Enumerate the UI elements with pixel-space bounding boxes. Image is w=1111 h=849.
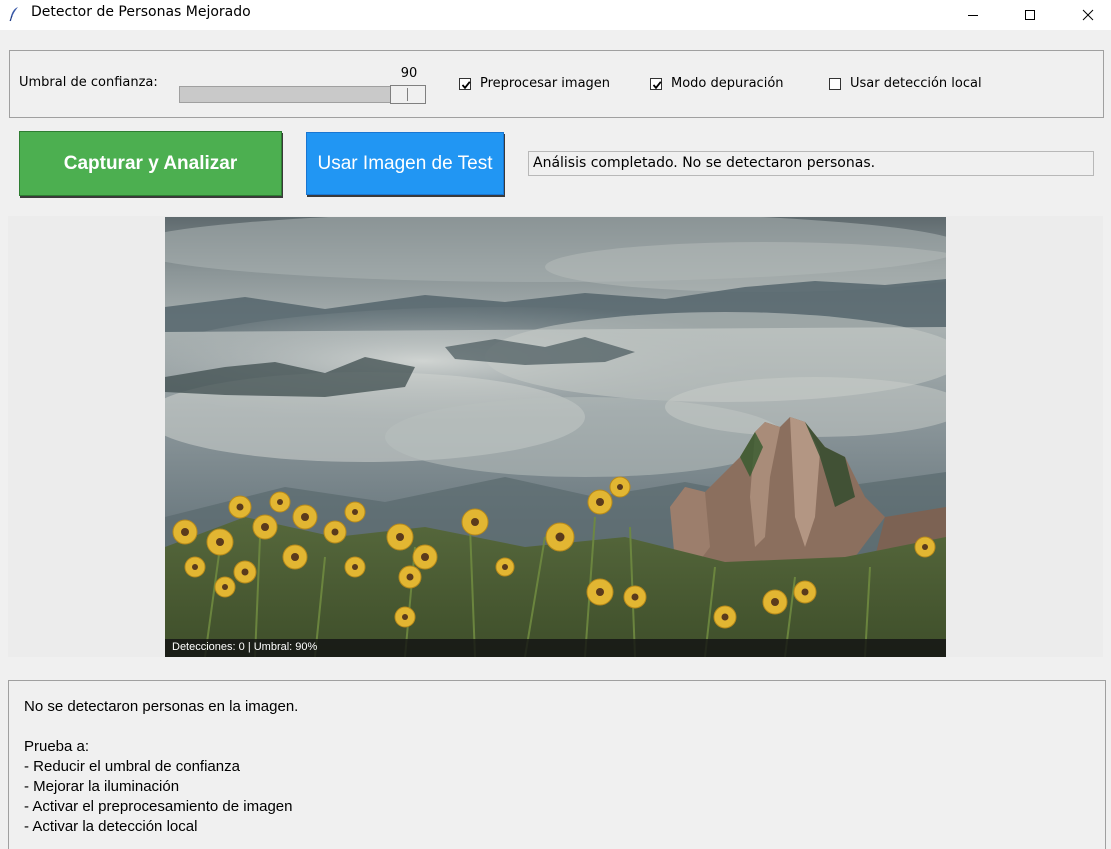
threshold-value: 90 — [400, 66, 418, 81]
results-line: - Activar la detección local — [24, 818, 198, 835]
preprocess-label: Preprocesar imagen — [480, 76, 611, 91]
minimize-button[interactable] — [944, 0, 1002, 30]
results-line: - Activar el preprocesamiento de imagen — [24, 798, 293, 815]
results-line: No se detectaron personas en la imagen. — [24, 698, 299, 715]
results-content: No se detectaron personas en la imagen. … — [24, 697, 298, 837]
checkbox-box[interactable] — [650, 77, 662, 90]
local-detection-label: Usar detección local — [850, 76, 982, 91]
analyzed-image: Detecciones: 0 | Umbral: 90% — [165, 217, 946, 657]
minimize-icon — [968, 15, 978, 16]
threshold-slider-handle[interactable] — [390, 85, 426, 104]
checkmark-icon — [461, 80, 471, 89]
local-detection-checkbox[interactable]: Usar detección local — [829, 76, 982, 91]
results-line: - Reducir el umbral de confianza — [24, 758, 240, 775]
test-image-button[interactable]: Usar Imagen de Test — [306, 132, 504, 195]
threshold-slider[interactable] — [179, 86, 425, 103]
debug-mode-label: Modo depuración — [671, 76, 784, 91]
app-window: Detector de Personas Mejorado Umbral de … — [0, 0, 1111, 849]
capture-analyze-button[interactable]: Capturar y Analizar — [19, 131, 282, 196]
window-title: Detector de Personas Mejorado — [31, 4, 251, 20]
preprocess-checkbox[interactable]: Preprocesar imagen — [459, 76, 610, 91]
results-line — [24, 717, 298, 737]
close-button[interactable] — [1059, 0, 1111, 30]
checkbox-box[interactable] — [459, 77, 471, 90]
feather-icon — [9, 7, 18, 22]
close-icon — [1082, 9, 1094, 21]
debug-mode-checkbox[interactable]: Modo depuración — [650, 76, 784, 91]
landscape-image — [165, 217, 946, 657]
results-line: - Mejorar la iluminación — [24, 778, 180, 795]
detection-overlay: Detecciones: 0 | Umbral: 90% — [165, 639, 946, 657]
detection-summary: Detecciones: 0 | Umbral: 90% — [172, 641, 318, 653]
status-field: Análisis completado. No se detectaron pe… — [528, 151, 1094, 176]
threshold-label: Umbral de confianza: — [19, 75, 158, 90]
results-line: Prueba a: — [24, 738, 90, 755]
title-bar: Detector de Personas Mejorado — [0, 0, 1111, 30]
maximize-button[interactable] — [1001, 0, 1059, 30]
checkbox-box[interactable] — [829, 77, 841, 90]
checkmark-icon — [652, 80, 662, 89]
maximize-icon — [1025, 10, 1035, 20]
